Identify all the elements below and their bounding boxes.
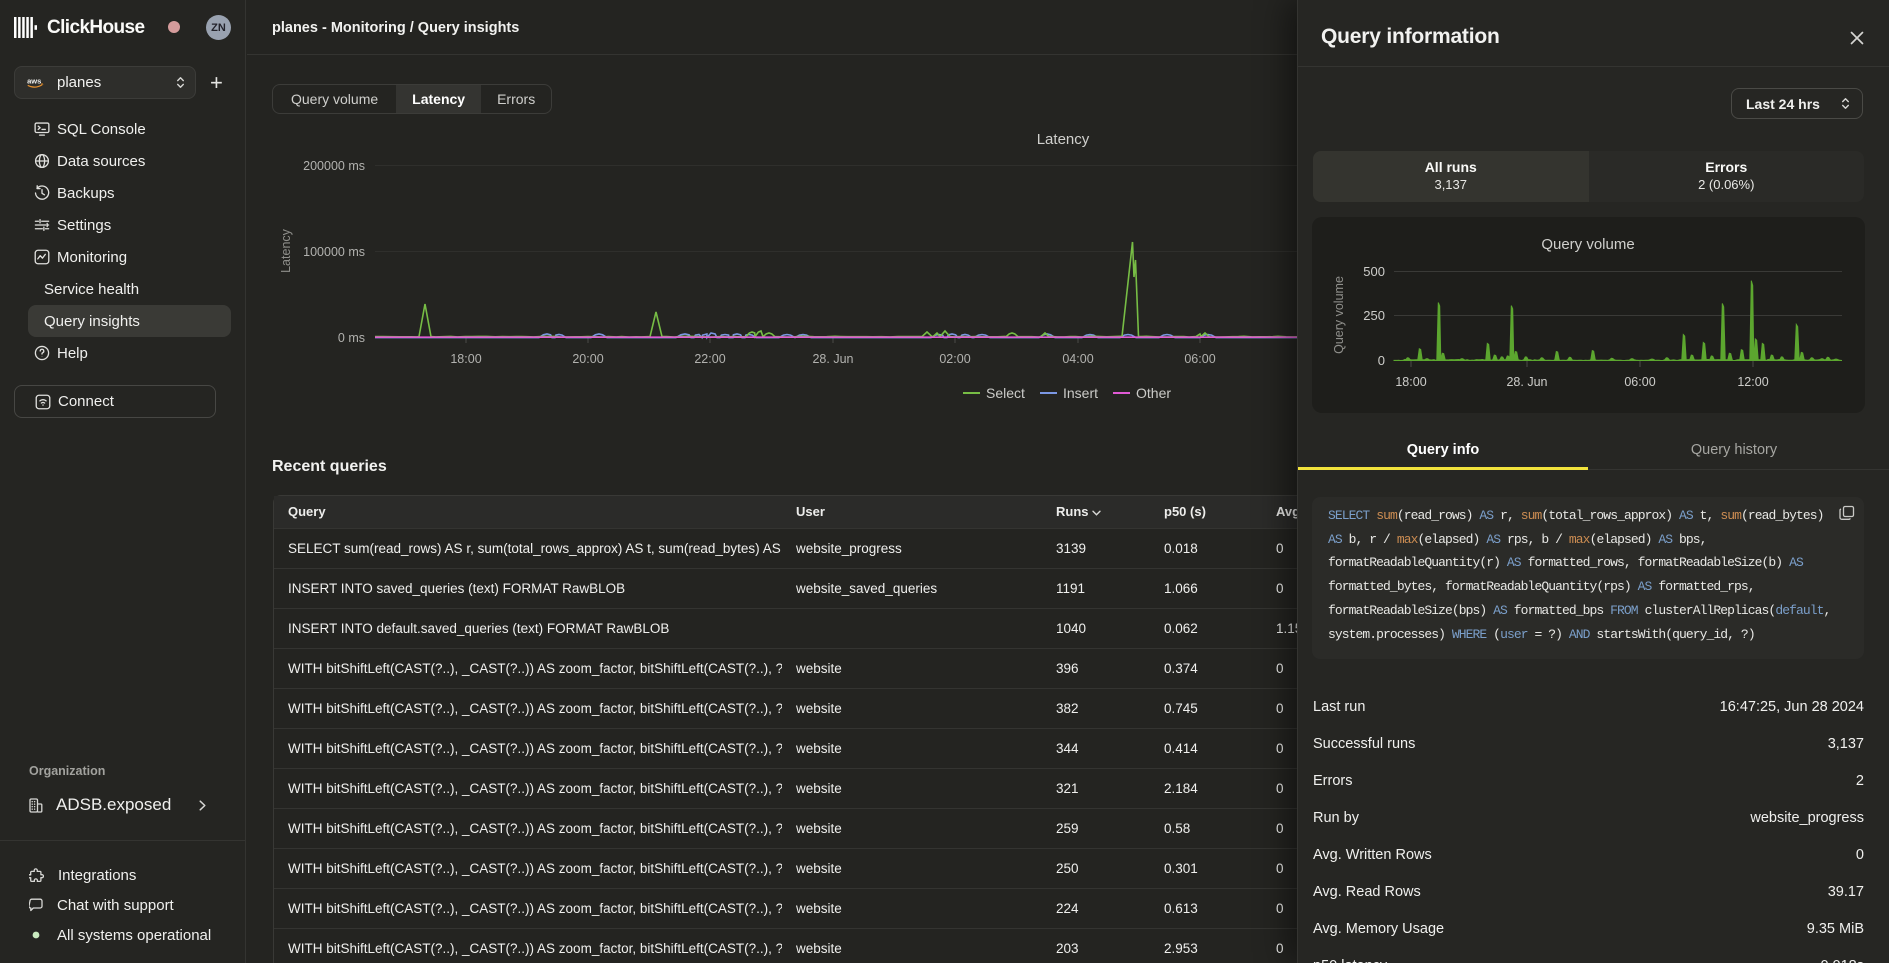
svg-text:28. Jun: 28. Jun bbox=[1506, 375, 1547, 389]
svg-text:20:00: 20:00 bbox=[572, 352, 603, 366]
svg-text:Select: Select bbox=[986, 385, 1025, 401]
svg-text:22:00: 22:00 bbox=[694, 352, 725, 366]
svg-text:04:00: 04:00 bbox=[1062, 352, 1093, 366]
svg-text:0: 0 bbox=[1378, 353, 1385, 368]
svg-text:28. Jun: 28. Jun bbox=[812, 352, 853, 366]
svg-text:06:00: 06:00 bbox=[1184, 352, 1215, 366]
svg-text:0 ms: 0 ms bbox=[338, 331, 365, 345]
svg-text:12:00: 12:00 bbox=[1737, 375, 1768, 389]
svg-text:250: 250 bbox=[1363, 308, 1385, 323]
svg-text:06:00: 06:00 bbox=[1624, 375, 1655, 389]
svg-text:18:00: 18:00 bbox=[1395, 375, 1426, 389]
svg-text:100000 ms: 100000 ms bbox=[303, 245, 365, 259]
svg-text:aws: aws bbox=[27, 76, 41, 85]
svg-text:Query volume: Query volume bbox=[1332, 276, 1346, 354]
svg-text:Latency: Latency bbox=[1037, 131, 1090, 148]
svg-text:Latency: Latency bbox=[279, 228, 293, 273]
svg-text:200000 ms: 200000 ms bbox=[303, 159, 365, 173]
svg-text:Insert: Insert bbox=[1063, 385, 1098, 401]
svg-text:18:00: 18:00 bbox=[450, 352, 481, 366]
svg-text:02:00: 02:00 bbox=[939, 352, 970, 366]
svg-text:Query volume: Query volume bbox=[1541, 236, 1634, 253]
svg-text:500: 500 bbox=[1363, 264, 1385, 279]
svg-text:Other: Other bbox=[1136, 385, 1171, 401]
